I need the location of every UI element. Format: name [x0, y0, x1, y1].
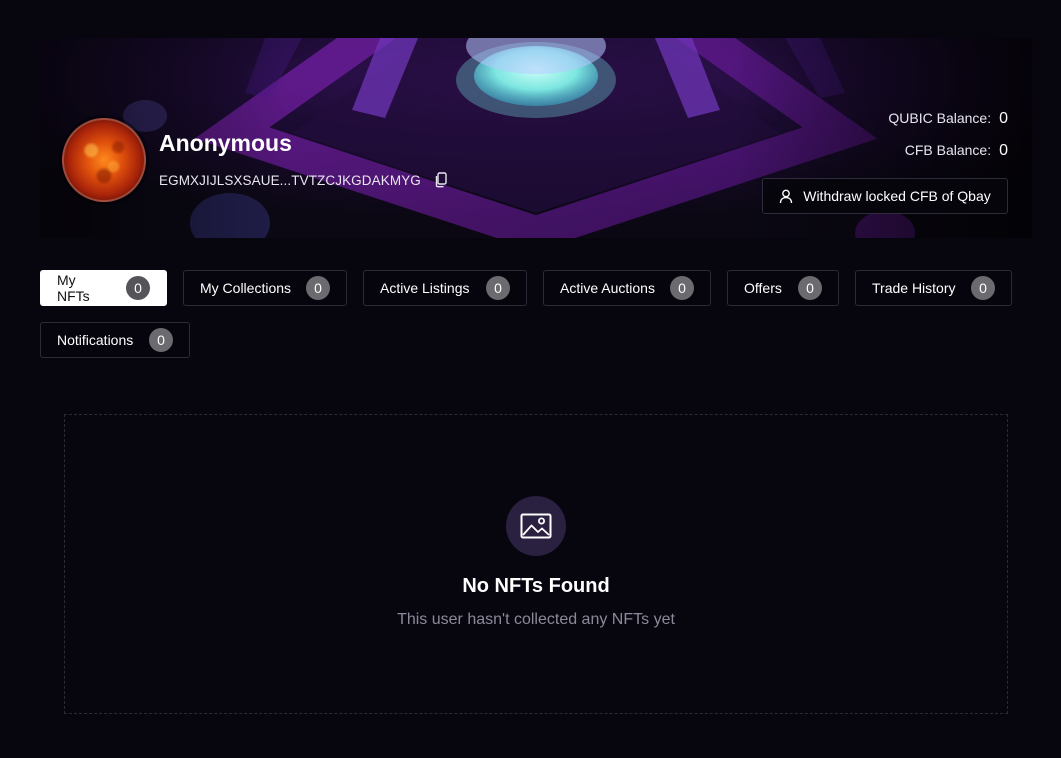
- withdraw-cfb-label: Withdraw locked CFB of Qbay: [803, 188, 991, 204]
- avatar: [62, 118, 146, 202]
- tab-count-badge: 0: [798, 276, 822, 300]
- tab-label: My Collections: [200, 280, 292, 296]
- empty-state: No NFTs Found This user hasn't collected…: [64, 414, 1008, 714]
- copy-icon[interactable]: [434, 172, 448, 188]
- tab-label: Offers: [744, 280, 782, 296]
- wallet-address-row: EGMXJIJLSXSAUE...TVTZCJKGDAKMYG: [159, 172, 448, 188]
- tab-count-badge: 0: [486, 276, 510, 300]
- tab-active-listings[interactable]: Active Listings 0: [363, 270, 527, 306]
- tab-label: Trade History: [872, 280, 956, 296]
- empty-state-title: No NFTs Found: [462, 575, 610, 597]
- tab-count-badge: 0: [306, 276, 330, 300]
- tab-count-badge: 0: [126, 276, 150, 300]
- banner-content: Anonymous EGMXJIJLSXSAUE...TVTZCJKGDAKMY…: [40, 38, 1032, 238]
- qubic-balance: QUBIC Balance: 0: [888, 108, 1008, 140]
- tab-label: Active Listings: [380, 280, 470, 296]
- tab-my-collections[interactable]: My Collections 0: [183, 270, 347, 306]
- tab-trade-history[interactable]: Trade History 0: [855, 270, 1012, 306]
- tab-notifications[interactable]: Notifications 0: [40, 322, 190, 358]
- balance-label: QUBIC Balance:: [888, 110, 992, 126]
- balance-label: CFB Balance:: [904, 142, 992, 158]
- tab-label: My NFTs: [57, 272, 90, 304]
- tab-count-badge: 0: [149, 328, 173, 352]
- wallet-address: EGMXJIJLSXSAUE...TVTZCJKGDAKMYG: [159, 172, 421, 188]
- profile-name: Anonymous: [159, 130, 292, 156]
- balance-value: 0: [999, 142, 1008, 159]
- withdraw-cfb-button[interactable]: Withdraw locked CFB of Qbay: [762, 178, 1008, 214]
- tab-my-nfts[interactable]: My NFTs 0: [40, 270, 167, 306]
- tab-count-badge: 0: [670, 276, 694, 300]
- empty-state-subtitle: This user hasn't collected any NFTs yet: [397, 611, 675, 628]
- cfb-balance: CFB Balance: 0: [888, 140, 1008, 172]
- tab-label: Active Auctions: [560, 280, 655, 296]
- profile-banner: Anonymous EGMXJIJLSXSAUE...TVTZCJKGDAKMY…: [40, 38, 1032, 238]
- tab-count-badge: 0: [971, 276, 995, 300]
- image-icon: [506, 496, 566, 556]
- tab-label: Notifications: [57, 332, 134, 348]
- tab-active-auctions[interactable]: Active Auctions 0: [543, 270, 711, 306]
- balance-value: 0: [999, 110, 1008, 127]
- tab-offers[interactable]: Offers 0: [727, 270, 839, 306]
- profile-page: Anonymous EGMXJIJLSXSAUE...TVTZCJKGDAKMY…: [0, 0, 1061, 758]
- balances: QUBIC Balance: 0 CFB Balance: 0: [888, 108, 1008, 172]
- user-icon: [780, 189, 793, 203]
